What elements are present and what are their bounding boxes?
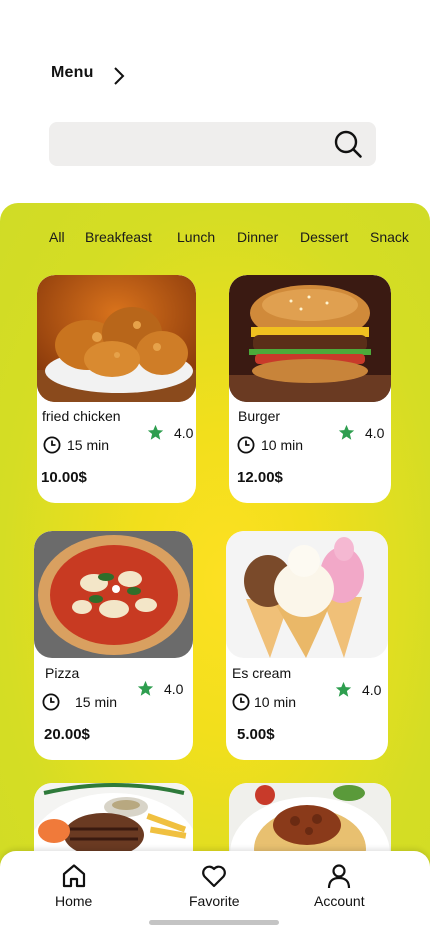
page-title: Menu xyxy=(51,64,94,81)
rating: 4.0 xyxy=(335,681,381,698)
rating-value: 4.0 xyxy=(365,424,385,441)
fried-chicken-image xyxy=(37,275,196,402)
home-indicator xyxy=(149,920,279,925)
rating-value: 4.0 xyxy=(362,681,382,698)
star-icon xyxy=(137,680,154,696)
burger-image xyxy=(229,275,391,402)
prep-time: 10 min xyxy=(237,436,303,454)
item-name: fried chicken xyxy=(42,408,121,424)
prep-time: 15 min xyxy=(42,693,117,711)
rating: 4.0 xyxy=(137,680,183,697)
home-icon xyxy=(62,864,85,888)
rating: 4.0 xyxy=(147,424,193,441)
tab-lunch[interactable]: Lunch xyxy=(177,229,215,245)
food-card[interactable]: Burger 10 min 4.0 12.00$ xyxy=(229,275,391,503)
star-icon xyxy=(147,424,164,440)
search-input[interactable] xyxy=(49,122,376,166)
clock-icon xyxy=(43,436,61,454)
rating: 4.0 xyxy=(338,424,384,441)
heart-icon xyxy=(202,865,227,888)
item-price: 20.00$ xyxy=(44,726,90,743)
bottom-navigation: Home Favorite Account xyxy=(0,851,430,932)
clock-icon xyxy=(232,693,250,711)
prep-time-text: 15 min xyxy=(67,437,110,453)
prep-time-text: 10 min xyxy=(254,694,297,710)
clock-icon xyxy=(42,693,60,711)
rating-value: 4.0 xyxy=(174,424,194,441)
user-icon xyxy=(328,864,351,889)
tab-dinner[interactable]: Dinner xyxy=(237,229,278,245)
tab-all[interactable]: All xyxy=(49,229,65,245)
header: Menu xyxy=(51,64,94,82)
item-price: 10.00$ xyxy=(41,469,87,486)
food-card[interactable]: fried chicken 15 min 4.0 10.00$ xyxy=(37,275,196,503)
nav-account[interactable]: Account xyxy=(314,863,365,909)
nav-favorite[interactable]: Favorite xyxy=(189,863,240,909)
nav-account-label: Account xyxy=(314,893,365,909)
tab-breakfeast[interactable]: Breakfeast xyxy=(85,229,152,245)
rating-value: 4.0 xyxy=(164,680,184,697)
tab-snack[interactable]: Snack xyxy=(370,229,409,245)
item-name: Pizza xyxy=(45,665,80,681)
pizza-image xyxy=(34,531,193,658)
prep-time-text: 10 min xyxy=(261,437,304,453)
item-name: Burger xyxy=(238,408,281,424)
item-name: Es cream xyxy=(232,665,292,681)
prep-time: 10 min xyxy=(232,693,296,711)
search-icon[interactable] xyxy=(333,129,363,159)
prep-time-text: 15 min xyxy=(75,694,118,710)
star-icon xyxy=(335,681,352,697)
food-card[interactable]: Pizza 15 min 4.0 20.00$ xyxy=(34,531,193,760)
nav-favorite-label: Favorite xyxy=(189,893,240,909)
star-icon xyxy=(338,424,355,440)
food-card[interactable]: Es cream 10 min 4.0 5.00$ xyxy=(226,531,388,760)
chevron-right-icon[interactable] xyxy=(112,66,126,86)
clock-icon xyxy=(237,436,255,454)
category-tabs: All Breakfeast Lunch Dinner Dessert Snac… xyxy=(0,229,430,285)
prep-time: 15 min xyxy=(43,436,109,454)
tab-dessert[interactable]: Dessert xyxy=(300,229,348,245)
nav-home[interactable]: Home xyxy=(55,863,92,909)
ice-cream-image xyxy=(226,531,388,658)
menu-panel: All Breakfeast Lunch Dinner Dessert Snac… xyxy=(0,203,430,932)
item-price: 5.00$ xyxy=(237,726,275,743)
nav-home-label: Home xyxy=(55,893,93,909)
item-price: 12.00$ xyxy=(237,469,283,486)
